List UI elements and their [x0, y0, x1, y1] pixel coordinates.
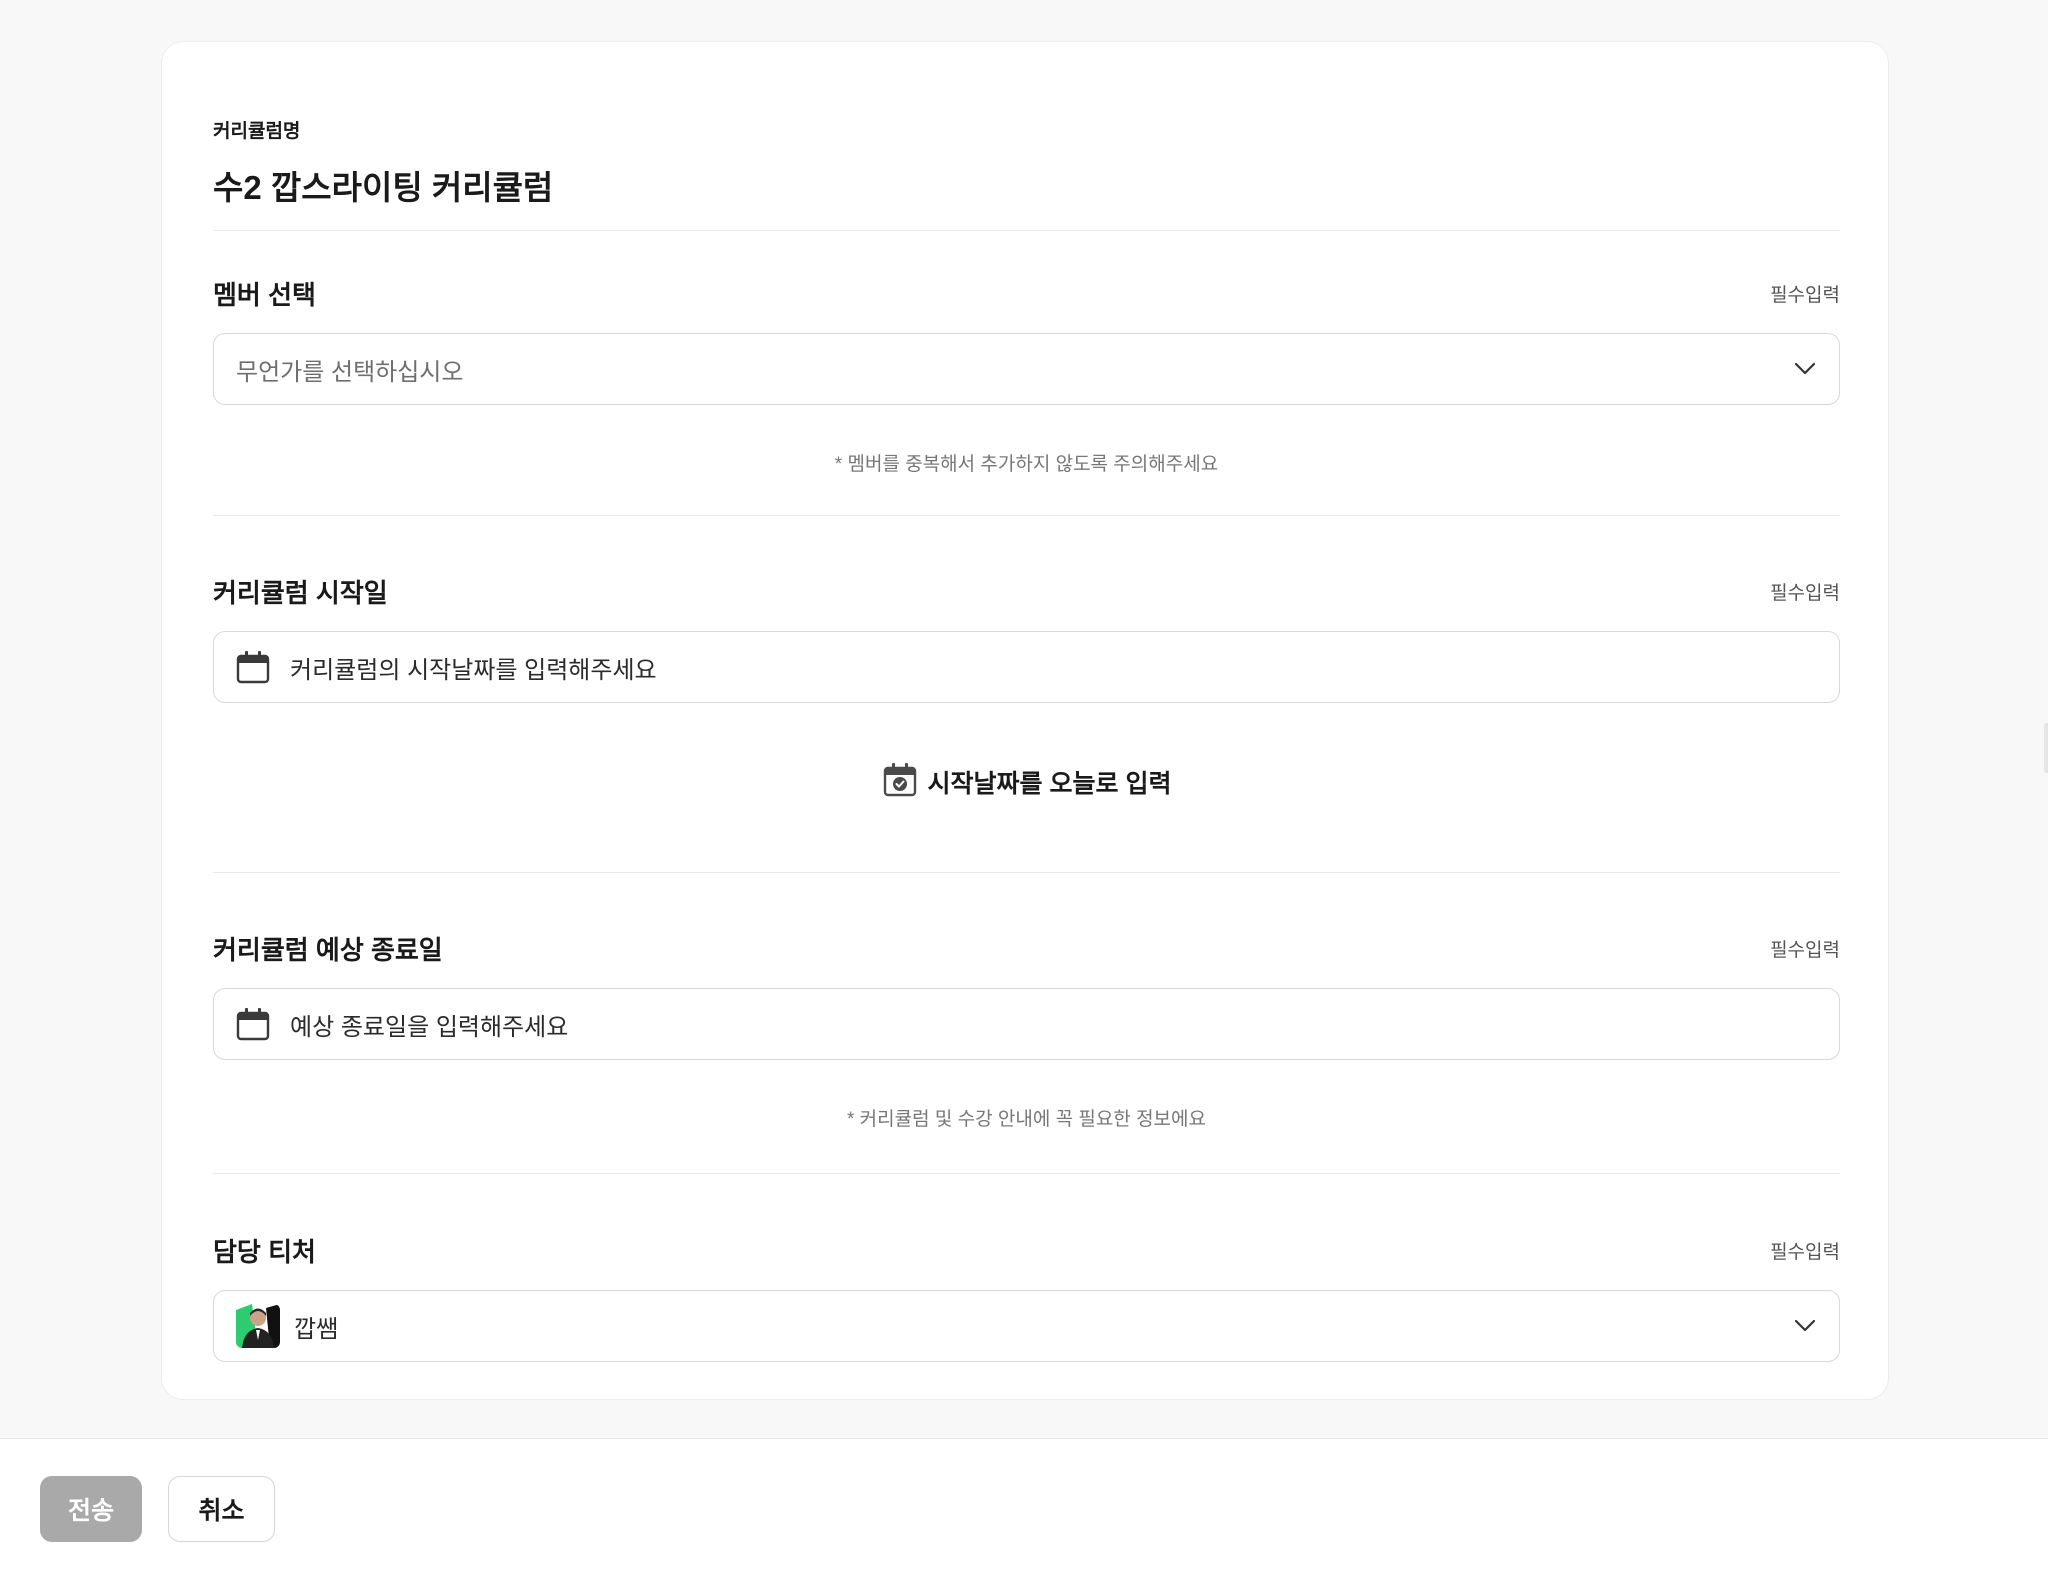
- required-badge: 필수입력: [1770, 284, 1840, 306]
- end-date-hint: * 커리큘럼 및 수강 안내에 꼭 필요한 정보에요: [847, 1109, 1206, 1130]
- member-select-dropdown[interactable]: 무언가를 선택하십시오: [213, 333, 1840, 405]
- required-badge: 필수입력: [1770, 1241, 1840, 1263]
- start-date-placeholder: 커리큘럼의 시작날짜를 입력해주세요: [290, 656, 657, 684]
- divider: [213, 1173, 1840, 1174]
- end-date-section: 커리큘럼 예상 종료일 필수입력 예상 종료일을 입력해주세요 * 커리큘럼 및…: [213, 930, 1840, 1131]
- divider: [213, 872, 1840, 873]
- start-date-section: 커리큘럼 시작일 필수입력 커리큘럼의 시작날짜를 입력해주세요 시작날짜를 오…: [213, 573, 1840, 802]
- curriculum-form-card: 커리큘럼명 수2 깝스라이팅 커리큘럼 멤버 선택 필수입력 무언가를 선택하십…: [161, 41, 1889, 1400]
- calendar-check-icon: [882, 761, 918, 802]
- member-select-section: 멤버 선택 필수입력 무언가를 선택하십시오 * 멤버를 중복해서 추가하지 않…: [213, 275, 1840, 476]
- member-select-placeholder: 무언가를 선택하십시오: [236, 358, 464, 386]
- teacher-avatar: [236, 1304, 280, 1348]
- teacher-title: 담당 티처: [213, 1236, 316, 1267]
- end-date-header: 커리큘럼 예상 종료일 필수입력: [213, 930, 1840, 966]
- calendar-icon: [236, 1007, 270, 1041]
- curriculum-name-label: 커리큘럼명: [213, 121, 301, 142]
- side-handle[interactable]: [2044, 723, 2048, 773]
- required-badge: 필수입력: [1770, 939, 1840, 961]
- teacher-selected-value: 깝쌤: [294, 1315, 339, 1343]
- cancel-button[interactable]: 취소: [168, 1476, 275, 1542]
- start-date-title: 커리큘럼 시작일: [213, 577, 388, 608]
- member-select-header: 멤버 선택 필수입력: [213, 275, 1840, 311]
- curriculum-name-section: 커리큘럼명 수2 깝스라이팅 커리큘럼: [213, 116, 1840, 209]
- member-select-hint: * 멤버를 중복해서 추가하지 않도록 주의해주세요: [834, 454, 1219, 475]
- teacher-section: 담당 티처 필수입력 깝쌤: [213, 1232, 1840, 1362]
- divider: [213, 515, 1840, 516]
- start-date-input[interactable]: 커리큘럼의 시작날짜를 입력해주세요: [213, 631, 1840, 703]
- curriculum-name-value: 수2 깝스라이팅 커리큘럼: [213, 169, 554, 206]
- set-start-today-button[interactable]: 시작날짜를 오늘로 입력: [213, 761, 1840, 802]
- end-date-placeholder: 예상 종료일을 입력해주세요: [290, 1013, 569, 1041]
- set-start-today-label: 시작날짜를 오늘로 입력: [927, 769, 1172, 798]
- divider: [213, 230, 1840, 231]
- end-date-title: 커리큘럼 예상 종료일: [213, 934, 443, 965]
- chevron-down-icon: [1793, 357, 1817, 381]
- required-badge: 필수입력: [1770, 582, 1840, 604]
- end-date-input[interactable]: 예상 종료일을 입력해주세요: [213, 988, 1840, 1060]
- teacher-header: 담당 티처 필수입력: [213, 1232, 1840, 1268]
- member-select-title: 멤버 선택: [213, 279, 316, 310]
- submit-button[interactable]: 전송: [40, 1476, 142, 1542]
- calendar-icon: [236, 650, 270, 684]
- chevron-down-icon: [1793, 1314, 1817, 1338]
- start-date-header: 커리큘럼 시작일 필수입력: [213, 573, 1840, 609]
- teacher-select-dropdown[interactable]: 깝쌤: [213, 1290, 1840, 1362]
- form-action-bar: 전송 취소: [0, 1438, 2048, 1571]
